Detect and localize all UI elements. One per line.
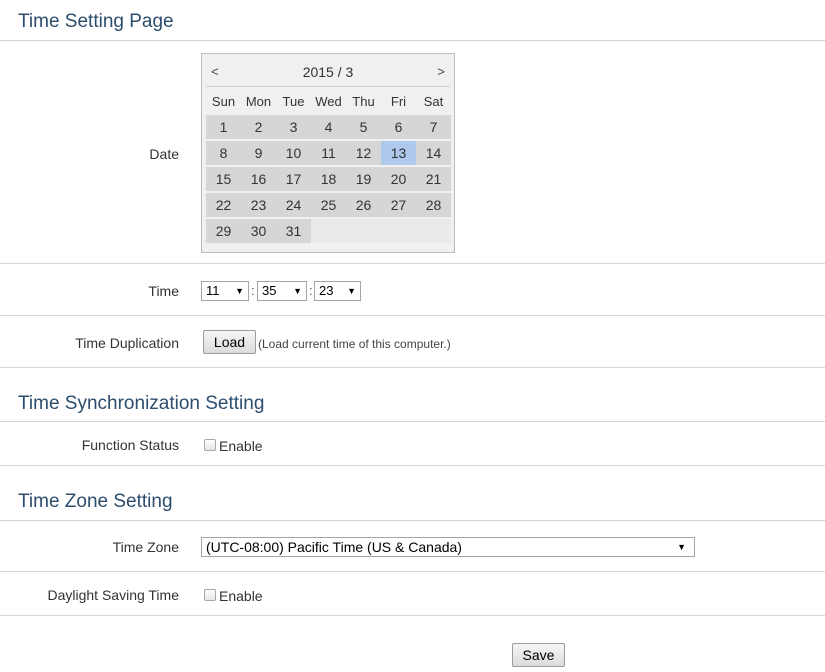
dst-enable-label[interactable]: Enable	[219, 588, 263, 604]
calendar-day[interactable]: 27	[381, 193, 416, 217]
hour-select[interactable]: 11 ▼	[201, 281, 249, 301]
calendar-day[interactable]: 12	[346, 141, 381, 165]
weekday-header: Wed	[315, 94, 342, 109]
divider	[0, 315, 825, 316]
weekday-header: Thu	[352, 94, 375, 109]
calendar-day[interactable]: 13	[381, 141, 416, 165]
calendar-day[interactable]: 10	[276, 141, 311, 165]
divider	[0, 465, 825, 466]
divider	[0, 367, 825, 368]
calendar-day[interactable]: 20	[381, 167, 416, 191]
calendar-divider	[206, 86, 450, 87]
calendar-day[interactable]: 25	[311, 193, 346, 217]
time-duplication-label: Time Duplication	[75, 335, 179, 351]
calendar-header: < 2015 / 3 >	[202, 60, 454, 84]
calendar-day[interactable]: 9	[241, 141, 276, 165]
calendar-day[interactable]: 8	[206, 141, 241, 165]
sync-enable-label[interactable]: Enable	[219, 438, 263, 454]
divider	[0, 421, 825, 422]
time-zone-label: Time Zone	[112, 539, 179, 555]
weekday-header: Tue	[282, 94, 305, 109]
time-separator: :	[309, 283, 313, 298]
daylight-saving-label: Daylight Saving Time	[47, 587, 179, 603]
minute-select[interactable]: 35 ▼	[257, 281, 307, 301]
time-separator: :	[251, 283, 255, 298]
dst-enable-checkbox[interactable]	[204, 589, 216, 601]
chevron-down-icon: ▼	[677, 542, 686, 552]
calendar-day[interactable]: 11	[311, 141, 346, 165]
load-hint: (Load current time of this computer.)	[258, 337, 451, 351]
weekday-header: Mon	[245, 94, 272, 109]
section-title-time-sync: Time Synchronization Setting	[18, 393, 265, 414]
second-value: 23	[319, 283, 334, 298]
time-zone-value: (UTC-08:00) Pacific Time (US & Canada)	[206, 539, 462, 555]
divider	[0, 571, 825, 572]
save-button[interactable]: Save	[512, 643, 565, 667]
date-calendar: < 2015 / 3 > Sun Mon Tue Wed Thu Fri Sat 12345…	[201, 53, 455, 253]
calendar-day[interactable]: 31	[276, 219, 311, 243]
time-label: Time	[148, 283, 179, 299]
calendar-day[interactable]: 24	[276, 193, 311, 217]
time-setting-page: Time Setting Page Date < 2015 / 3 > Sun M…	[0, 0, 825, 672]
section-title-time-setting: Time Setting Page	[18, 11, 174, 32]
chevron-down-icon: ▼	[293, 286, 302, 296]
calendar-day[interactable]: 18	[311, 167, 346, 191]
calendar-day[interactable]: 21	[416, 167, 451, 191]
calendar-day[interactable]: 4	[311, 115, 346, 139]
divider	[0, 520, 825, 521]
calendar-day[interactable]: 22	[206, 193, 241, 217]
weekday-header: Sat	[423, 94, 444, 109]
calendar-empty-cell	[381, 219, 416, 243]
calendar-empty-cell	[346, 219, 381, 243]
calendar-day[interactable]: 19	[346, 167, 381, 191]
calendar-day[interactable]: 3	[276, 115, 311, 139]
calendar-day[interactable]: 26	[346, 193, 381, 217]
minute-value: 35	[262, 283, 277, 298]
sync-enable-checkbox[interactable]	[204, 439, 216, 451]
calendar-month-title: 2015 / 3	[302, 64, 354, 80]
calendar-empty-cell	[416, 219, 451, 243]
section-title-time-zone: Time Zone Setting	[18, 491, 173, 512]
calendar-day[interactable]: 14	[416, 141, 451, 165]
time-zone-select[interactable]: (UTC-08:00) Pacific Time (US & Canada) ▼	[201, 537, 695, 557]
load-button[interactable]: Load	[203, 330, 256, 354]
chevron-down-icon: ▼	[347, 286, 356, 296]
weekday-header: Sun	[211, 94, 236, 109]
divider	[0, 615, 825, 616]
calendar-day[interactable]: 23	[241, 193, 276, 217]
calendar-day[interactable]: 1	[206, 115, 241, 139]
calendar-day[interactable]: 28	[416, 193, 451, 217]
second-select[interactable]: 23 ▼	[314, 281, 361, 301]
calendar-day[interactable]: 6	[381, 115, 416, 139]
calendar-day[interactable]: 5	[346, 115, 381, 139]
calendar-day[interactable]: 7	[416, 115, 451, 139]
calendar-day[interactable]: 15	[206, 167, 241, 191]
calendar-day[interactable]: 2	[241, 115, 276, 139]
hour-value: 11	[206, 283, 220, 298]
function-status-label: Function Status	[81, 437, 179, 453]
divider	[0, 263, 825, 264]
divider	[0, 40, 825, 41]
calendar-empty-cell	[311, 219, 346, 243]
next-month-button[interactable]: >	[437, 64, 445, 79]
calendar-day[interactable]: 29	[206, 219, 241, 243]
calendar-day[interactable]: 30	[241, 219, 276, 243]
date-label: Date	[149, 146, 179, 162]
calendar-day[interactable]: 16	[241, 167, 276, 191]
chevron-down-icon: ▼	[235, 286, 244, 296]
weekday-header: Fri	[390, 94, 407, 109]
calendar-day[interactable]: 17	[276, 167, 311, 191]
